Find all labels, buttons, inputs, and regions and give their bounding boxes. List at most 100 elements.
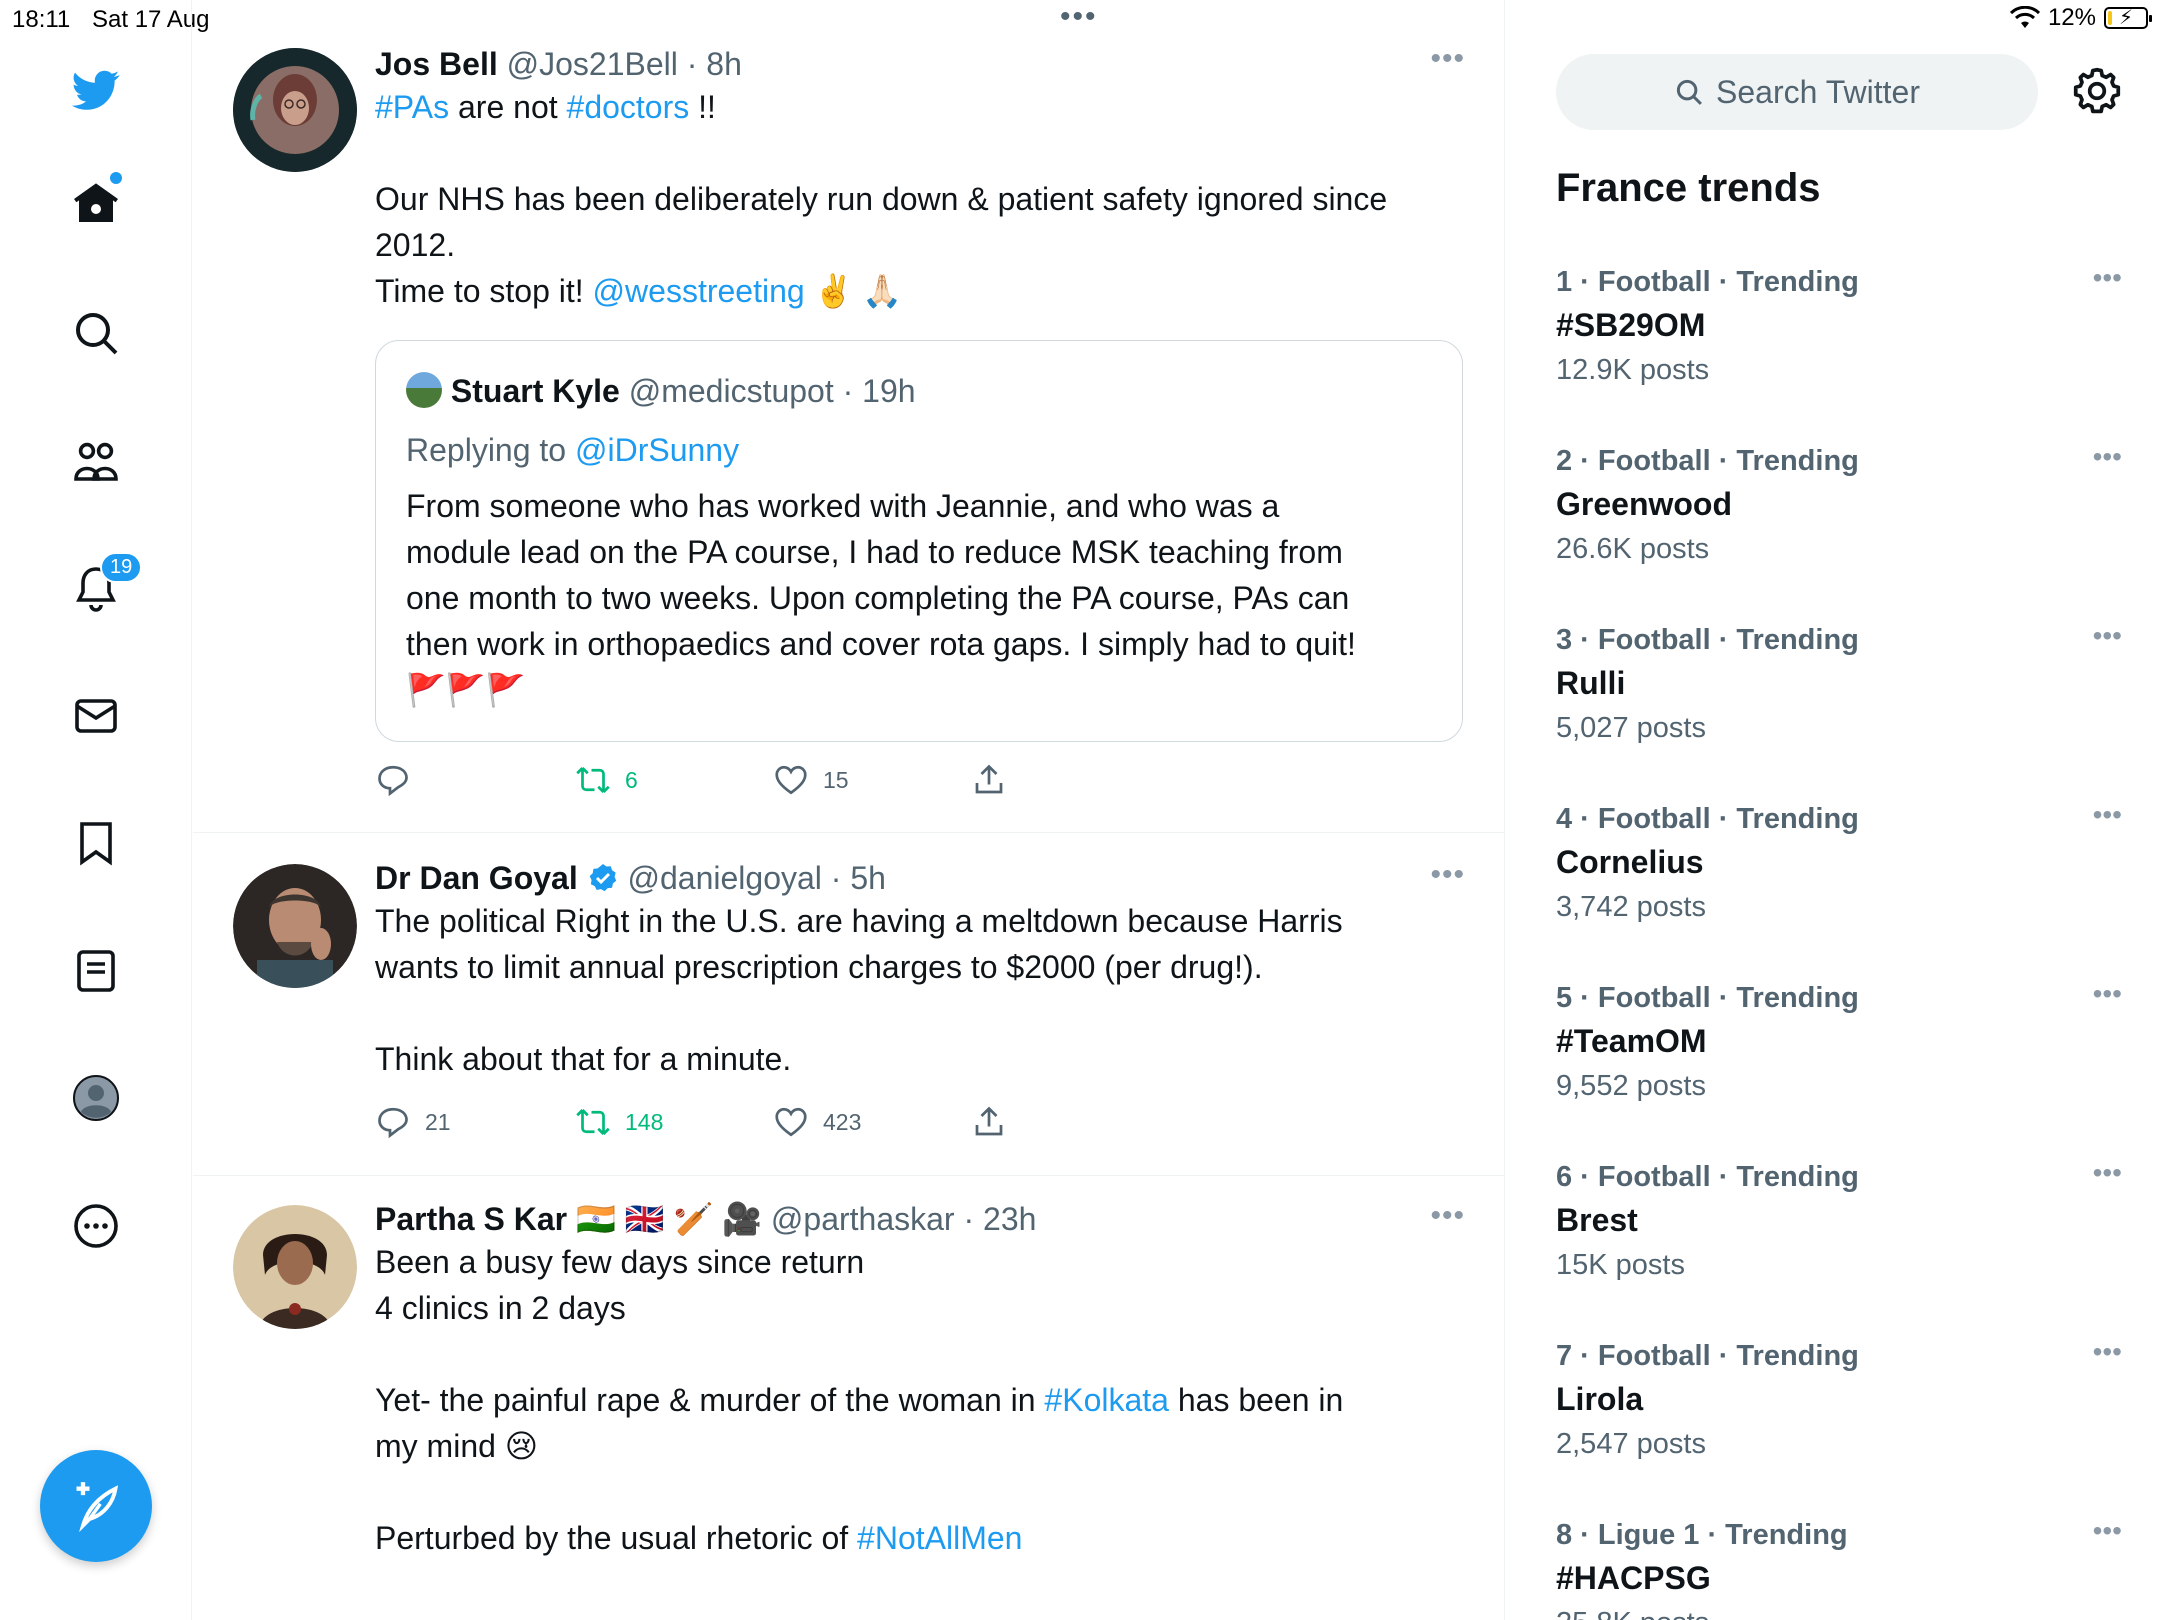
avatar[interactable]: [233, 48, 357, 172]
tweet-link[interactable]: #NotAllMen: [857, 1520, 1022, 1556]
author-handle[interactable]: @Jos21Bell: [507, 46, 678, 82]
envelope-icon: [75, 699, 117, 733]
retweet-icon: [576, 1109, 610, 1135]
like-button[interactable]: 423: [773, 1104, 861, 1140]
trend-meta: 8 · Ligue 1 · Trending: [1556, 1519, 1848, 1551]
reply-button[interactable]: 21: [375, 1104, 451, 1140]
gear-icon[interactable]: [2072, 66, 2122, 116]
trend-item[interactable]: 2 · Football · Trending Greenwood 26.6K po…: [1556, 441, 2122, 611]
trend-meta: 6 · Football · Trending: [1556, 1161, 1859, 1193]
nav-lists[interactable]: [56, 931, 136, 1011]
tweet-text-segment: 4 clinics in 2 days: [375, 1290, 626, 1326]
tweet-time[interactable]: 8h: [706, 46, 742, 82]
avatar[interactable]: [233, 864, 357, 988]
quote-text-line: 🚩🚩🚩: [406, 672, 526, 708]
nav-bookmarks[interactable]: [56, 803, 136, 883]
tweet[interactable]: ••• Dr Dan Goyal @danielgoyal · 5h The p…: [193, 834, 1504, 1176]
nav-explore[interactable]: [56, 293, 136, 373]
heart-icon: [775, 765, 807, 795]
share-icon: [975, 764, 1003, 794]
author-name[interactable]: Dr Dan Goyal: [375, 860, 578, 896]
tweet-link[interactable]: @wesstreeting: [593, 273, 805, 309]
avatar[interactable]: [233, 1205, 357, 1329]
trend-item[interactable]: 7 · Football · Trending Lirola 2,547 posts…: [1556, 1336, 2122, 1506]
tweet-link[interactable]: #Kolkata: [1044, 1382, 1169, 1418]
replying-to-handle[interactable]: @iDrSunny: [575, 432, 739, 468]
reply-icon: [378, 765, 408, 797]
tweet-text-segment: Time to stop it!: [375, 273, 593, 309]
tweet-text-segment: 2012.: [375, 227, 456, 263]
trend-post-count: 9,552 posts: [1556, 1070, 1706, 1102]
compose-tweet-button[interactable]: [40, 1450, 152, 1562]
nav-communities[interactable]: [56, 421, 136, 501]
tweet-text-segment: The political Right in the U.S. are havi…: [375, 903, 1343, 939]
trend-more-icon[interactable]: •••: [2093, 620, 2122, 652]
reply-button[interactable]: [375, 762, 425, 798]
trend-more-icon[interactable]: •••: [2093, 262, 2122, 294]
trend-meta: 7 · Football · Trending: [1556, 1340, 1859, 1372]
nav-messages[interactable]: [56, 676, 136, 756]
trend-more-icon[interactable]: •••: [2093, 1515, 2122, 1547]
tweet-text-segment: are not: [449, 89, 567, 125]
trend-name: #HACPSG: [1556, 1560, 1711, 1596]
tweet-text-line: 4 clinics in 2 days: [375, 1285, 1455, 1331]
tweet-text-line: Perturbed by the usual rhetoric of #NotA…: [375, 1515, 1455, 1561]
quote-text-line: module lead on the PA course, I had to r…: [406, 534, 1343, 570]
retweet-count: 6: [625, 766, 638, 793]
tweet-time[interactable]: 23h: [983, 1201, 1036, 1237]
nav-profile[interactable]: [56, 1058, 136, 1138]
trend-more-icon[interactable]: •••: [2093, 1157, 2122, 1189]
tweet[interactable]: ••• Jos Bell @Jos21Bell · 8h #PAs are no…: [193, 0, 1504, 833]
share-button[interactable]: [971, 762, 1007, 798]
like-button[interactable]: 15: [773, 762, 849, 798]
tweet-text-line: wants to limit annual prescription charg…: [375, 944, 1455, 990]
like-count: 423: [823, 1108, 862, 1135]
right-sidebar: Search Twitter France trends 1 · Footbal…: [1506, 0, 2160, 1620]
author-name-emoji: 🇮🇳 🇬🇧 🏏 🎥: [575, 1201, 763, 1237]
trend-name: Brest: [1556, 1202, 1638, 1238]
tweet-link[interactable]: #PAs: [375, 89, 449, 125]
tweet-text-segment: Yet- the painful rape & murder of the wo…: [375, 1382, 1045, 1418]
author-handle[interactable]: @danielgoyal: [628, 860, 822, 896]
quoted-tweet[interactable]: Stuart Kyle @medicstupot · 19h Replying …: [375, 340, 1463, 742]
retweet-button[interactable]: 148: [575, 1104, 663, 1140]
retweet-button[interactable]: 6: [575, 762, 638, 798]
tweet-text: #PAs are not #doctors !! Our NHS has been…: [375, 84, 1455, 314]
tweet-link[interactable]: #doctors: [567, 89, 690, 125]
quote-author-name: Stuart Kyle: [450, 373, 620, 409]
tweet-text-line: 2012.: [375, 222, 1455, 268]
trend-more-icon[interactable]: •••: [2093, 1336, 2122, 1368]
timeline-feed[interactable]: ••• Jos Bell @Jos21Bell · 8h #PAs are no…: [193, 0, 1505, 1620]
trend-item[interactable]: 6 · Football · Trending Brest 15K posts •••: [1556, 1157, 2122, 1327]
trend-item[interactable]: 5 · Football · Trending #TeamOM 9,552 post…: [1556, 978, 2122, 1148]
nav-notifications[interactable]: 19: [56, 548, 143, 628]
twitter-logo-icon[interactable]: [56, 50, 136, 130]
trend-more-icon[interactable]: •••: [2093, 978, 2122, 1010]
share-button[interactable]: [971, 1104, 1007, 1140]
tweet-time[interactable]: 5h: [850, 860, 886, 896]
tweet[interactable]: ••• Partha S Kar 🇮🇳 🇬🇧 🏏 🎥 @parthaskar ·…: [193, 1177, 1504, 1620]
home-unread-dot: [110, 172, 122, 184]
trend-post-count: 12.9K posts: [1556, 354, 1710, 386]
tweet-text-segment: Perturbed by the usual rhetoric of: [375, 1520, 858, 1556]
tweet-text: Been a busy few days since return 4 clini…: [375, 1239, 1455, 1561]
nav-more[interactable]: [56, 1186, 136, 1266]
trend-more-icon[interactable]: •••: [2093, 799, 2122, 831]
author-name[interactable]: Partha S Kar: [375, 1201, 567, 1237]
notifications-badge: 19: [100, 552, 143, 583]
author-name[interactable]: Jos Bell: [375, 46, 498, 82]
search-input[interactable]: Search Twitter: [1556, 54, 2038, 130]
tweet-text-line: Time to stop it! @wesstreeting ✌️ 🙏🏻: [375, 268, 1455, 314]
author-handle[interactable]: @parthaskar: [771, 1201, 955, 1237]
tweet-header: Partha S Kar 🇮🇳 🇬🇧 🏏 🎥 @parthaskar · 23h: [375, 1201, 1037, 1237]
trend-post-count: 2,547 posts: [1556, 1428, 1706, 1460]
nav-home[interactable]: [56, 164, 136, 244]
trend-item[interactable]: 4 · Football · Trending Cornelius 3,742 po…: [1556, 799, 2122, 969]
tweet-text-segment: has been in: [1168, 1382, 1344, 1418]
quote-author-handle: @medicstupot: [628, 373, 834, 409]
trend-more-icon[interactable]: •••: [2093, 441, 2122, 473]
trend-item[interactable]: 8 · Ligue 1 · Trending #HACPSG 25.8K posts…: [1556, 1515, 2122, 1620]
trend-item[interactable]: 1 · Football · Trending #SB29OM 12.9K post…: [1556, 262, 2122, 432]
tweet-actions: 6 15: [375, 762, 1055, 802]
trend-item[interactable]: 3 · Football · Trending Rulli 5,027 posts •…: [1556, 620, 2122, 790]
